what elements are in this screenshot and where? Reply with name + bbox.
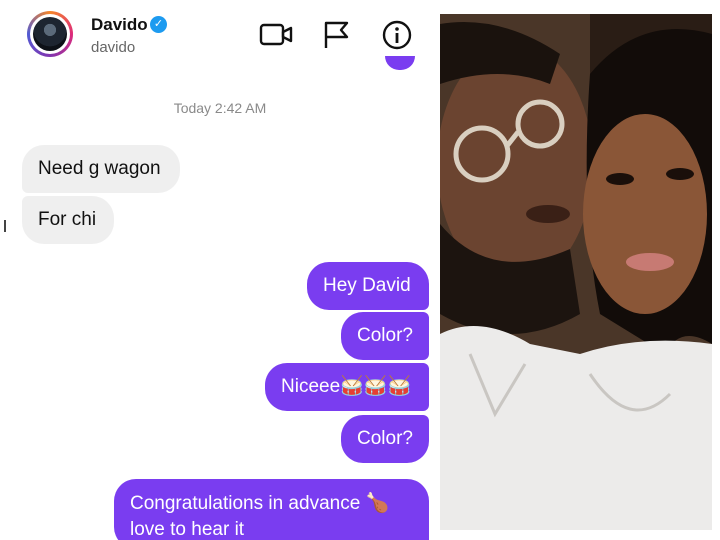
message-bubble-incoming[interactable]: For chi [22, 196, 114, 244]
avatar-ring-gap [30, 14, 70, 54]
message-bubble-outgoing[interactable]: Congratulations in advance 🍗 love to hea… [114, 479, 429, 540]
avatar[interactable] [27, 11, 73, 57]
verified-badge-icon: ✓ [150, 16, 167, 33]
info-icon[interactable] [380, 20, 414, 50]
report-flag-icon[interactable] [321, 20, 355, 50]
avatar-photo [33, 17, 67, 51]
message-bubble-outgoing[interactable]: Niceee🥁🥁🥁 [265, 363, 429, 411]
message-timestamp: Today 2:42 AM [173, 100, 267, 116]
message-bubble-outgoing[interactable]: Hey David [307, 262, 429, 310]
profile-name[interactable]: Davido [91, 15, 148, 35]
chat-header: Davido ✓ davido [0, 0, 440, 68]
profile-handle: davido [91, 39, 136, 56]
video-call-icon[interactable] [259, 20, 293, 50]
message-bubble-outgoing[interactable]: Color? [341, 312, 429, 360]
dm-chat-panel: Davido ✓ davido Today 2:42 AM Need g wag… [0, 0, 440, 540]
divider-mark [4, 220, 6, 232]
couple-photo [440, 14, 712, 530]
message-bubble-incoming[interactable]: Need g wagon [22, 145, 180, 193]
message-bubble-outgoing[interactable]: Color? [341, 415, 429, 463]
